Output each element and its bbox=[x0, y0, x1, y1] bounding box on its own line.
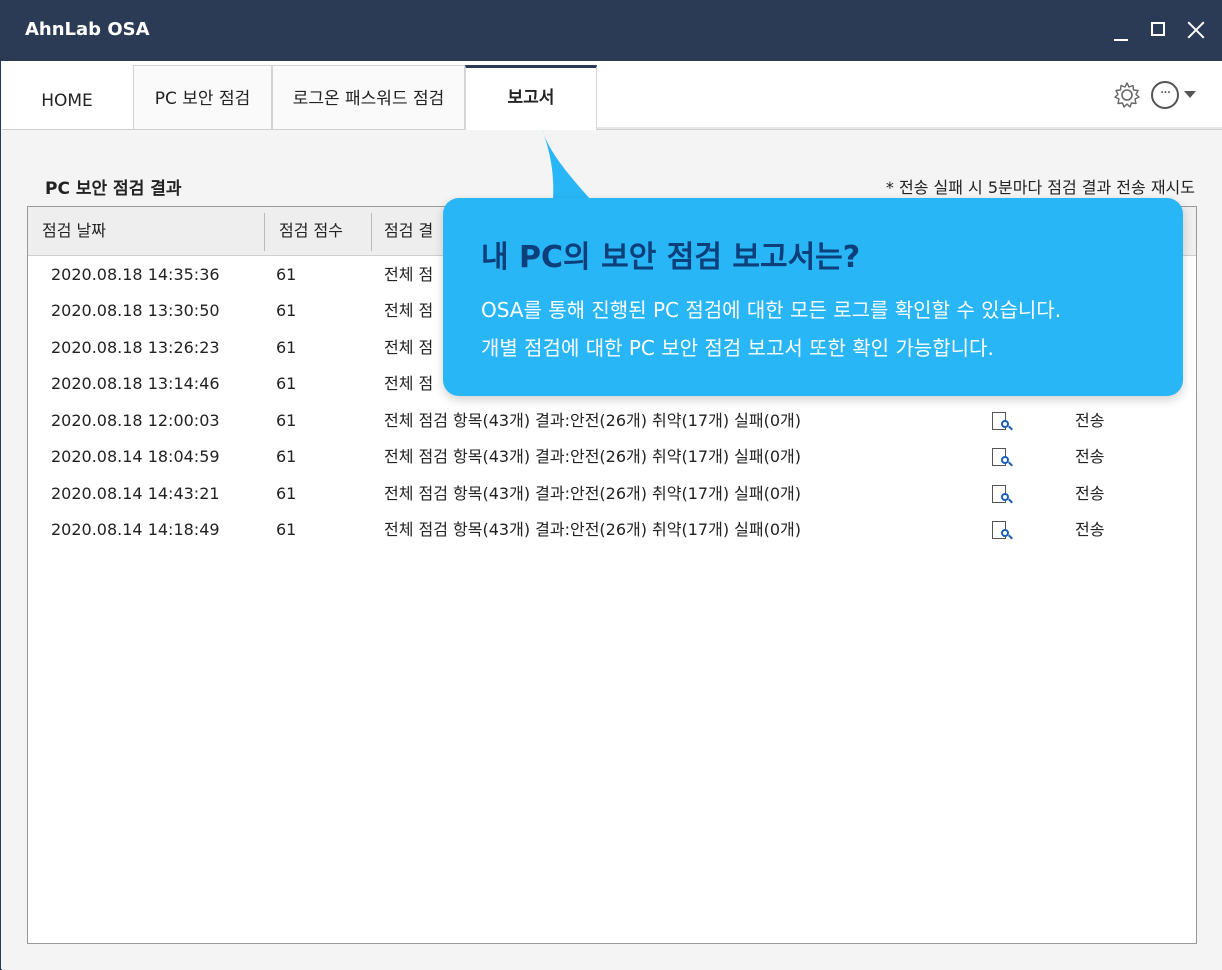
report-view-icon[interactable] bbox=[992, 448, 1013, 468]
row-score: 61 bbox=[276, 338, 297, 357]
app-window: AhnLab OSA HOME PC 보안 점검 로그온 패스워드 점검 보고서… bbox=[0, 0, 1222, 970]
gear-icon[interactable] bbox=[1113, 81, 1141, 109]
chevron-down-icon[interactable] bbox=[1184, 91, 1196, 98]
row-result: 전체 점검 항목(43개) 결과:안전(26개) 취약(17개) 실패(0개) bbox=[384, 447, 801, 466]
row-date: 2020.08.14 14:43:21 bbox=[51, 484, 220, 503]
tab-report[interactable]: 보고서 bbox=[465, 65, 597, 131]
close-button[interactable] bbox=[1182, 15, 1212, 45]
callout-text: 개별 점검에 대한 PC 보안 점검 보고서 또한 확인 가능합니다. bbox=[481, 336, 994, 360]
tab-pc-security-check-label: PC 보안 점검 bbox=[154, 89, 251, 109]
tab-logon-password-check[interactable]: 로그온 패스워드 점검 bbox=[272, 65, 465, 129]
row-send-status: 전송 bbox=[1075, 520, 1105, 539]
row-date: 2020.08.18 14:35:36 bbox=[51, 265, 220, 284]
report-view-icon[interactable] bbox=[992, 521, 1013, 541]
callout-tooltip: 내 PC의 보안 점검 보고서는? OSA를 통해 진행된 PC 점검에 대한 … bbox=[443, 198, 1183, 396]
row-date: 2020.08.18 12:00:03 bbox=[51, 411, 220, 430]
report-view-icon[interactable] bbox=[992, 412, 1013, 432]
row-result: 전체 점검 항목(43개) 결과:안전(26개) 취약(17개) 실패(0개) bbox=[384, 484, 801, 503]
row-date: 2020.08.14 18:04:59 bbox=[51, 447, 220, 466]
header-date[interactable]: 점검 날짜 bbox=[28, 207, 264, 255]
tab-divider bbox=[597, 127, 1222, 129]
table-row[interactable]: 2020.08.14 18:04:59 61 전체 점검 항목(43개) 결과:… bbox=[28, 439, 1196, 475]
row-date: 2020.08.18 13:30:50 bbox=[51, 301, 220, 320]
title-bar[interactable]: AhnLab OSA bbox=[1, 1, 1222, 61]
row-result: 전체 점 bbox=[384, 265, 434, 284]
row-send-status: 전송 bbox=[1075, 411, 1105, 430]
row-score: 61 bbox=[276, 374, 297, 393]
row-score: 61 bbox=[276, 411, 297, 430]
table-row[interactable]: 2020.08.14 14:18:49 61 전체 점검 항목(43개) 결과:… bbox=[28, 512, 1196, 548]
row-result: 전체 점검 항목(43개) 결과:안전(26개) 취약(17개) 실패(0개) bbox=[384, 411, 801, 430]
tab-home[interactable]: HOME bbox=[2, 65, 132, 129]
row-result: 전체 점 bbox=[384, 301, 434, 320]
row-date: 2020.08.18 13:14:46 bbox=[51, 374, 220, 393]
tab-report-label: 보고서 bbox=[507, 88, 555, 108]
tab-bar: HOME PC 보안 점검 로그온 패스워드 점검 보고서 bbox=[2, 61, 1222, 131]
row-send-status: 전송 bbox=[1075, 447, 1105, 466]
retry-note: * 전송 실패 시 5분마다 점검 결과 전송 재시도 bbox=[885, 178, 1195, 197]
header-score[interactable]: 점검 점수 bbox=[265, 207, 371, 255]
table-row[interactable]: 2020.08.14 14:43:21 61 전체 점검 항목(43개) 결과:… bbox=[28, 476, 1196, 512]
row-date: 2020.08.18 13:26:23 bbox=[51, 338, 220, 357]
row-score: 61 bbox=[276, 520, 297, 539]
callout-text: OSA를 통해 진행된 PC 점검에 대한 모든 로그를 확인할 수 있습니다. bbox=[481, 298, 1062, 322]
maximize-button[interactable] bbox=[1144, 15, 1174, 45]
callout-title: 내 PC의 보안 점검 보고서는? bbox=[481, 240, 861, 275]
minimize-button[interactable] bbox=[1106, 15, 1136, 45]
table-row[interactable]: 2020.08.18 12:00:03 61 전체 점검 항목(43개) 결과:… bbox=[28, 403, 1196, 439]
tab-pc-security-check[interactable]: PC 보안 점검 bbox=[133, 65, 272, 129]
row-score: 61 bbox=[276, 265, 297, 284]
row-result: 전체 점 bbox=[384, 338, 434, 357]
row-score: 61 bbox=[276, 447, 297, 466]
row-date: 2020.08.14 14:18:49 bbox=[51, 520, 220, 539]
more-options-icon[interactable]: ··· bbox=[1151, 81, 1179, 109]
window-title: AhnLab OSA bbox=[25, 19, 150, 40]
section-title: PC 보안 점검 결과 bbox=[45, 179, 182, 199]
row-score: 61 bbox=[276, 301, 297, 320]
row-result: 전체 점 bbox=[384, 374, 434, 393]
row-send-status: 전송 bbox=[1075, 484, 1105, 503]
tab-logon-password-check-label: 로그온 패스워드 점검 bbox=[292, 89, 445, 109]
tab-home-label: HOME bbox=[41, 91, 93, 111]
report-view-icon[interactable] bbox=[992, 485, 1013, 505]
row-score: 61 bbox=[276, 484, 297, 503]
row-result: 전체 점검 항목(43개) 결과:안전(26개) 취약(17개) 실패(0개) bbox=[384, 520, 801, 539]
